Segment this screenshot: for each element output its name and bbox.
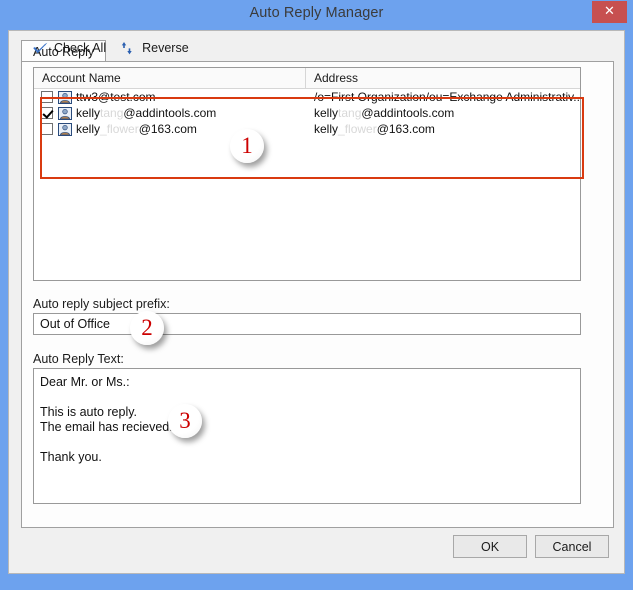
table-row[interactable]: kelly_flower@163.com kelly_flower@163.co… xyxy=(34,121,580,137)
cancel-button[interactable]: Cancel xyxy=(535,535,609,558)
screenshot-root: Auto Reply Manager ✕ Auto Reply Check Al… xyxy=(0,0,633,590)
account-name-cell: kellytang@addintools.com xyxy=(34,106,306,120)
row-checkbox[interactable] xyxy=(41,91,53,103)
table-row[interactable]: kellytang@addintools.com kellytang@addin… xyxy=(34,105,580,121)
check-all-button[interactable]: Check All xyxy=(32,41,106,56)
redacted-text: _flower xyxy=(338,122,377,136)
account-list-header: Account Name Address xyxy=(34,68,580,89)
address-cell: /o=First Organization/ou=Exchange Admini… xyxy=(314,90,580,104)
column-header-account-name[interactable]: Account Name xyxy=(34,68,306,88)
column-header-address[interactable]: Address xyxy=(306,68,580,88)
account-name-text: ttw3@test.com xyxy=(76,90,156,104)
reverse-label: Reverse xyxy=(142,41,189,55)
row-checkbox[interactable] xyxy=(41,107,53,119)
title-bar: Auto Reply Manager ✕ xyxy=(0,0,633,30)
account-name-text: kelly_flower@163.com xyxy=(76,122,197,136)
address-cell: kelly_flower@163.com xyxy=(314,122,435,136)
account-name-cell: ttw3@test.com xyxy=(34,90,306,104)
subject-prefix-input[interactable] xyxy=(33,313,581,335)
redacted-text: _flower xyxy=(100,122,139,136)
redacted-text: tang xyxy=(338,106,362,120)
account-name-text: kellytang@addintools.com xyxy=(76,106,217,120)
ok-button[interactable]: OK xyxy=(453,535,527,558)
reply-body-textarea[interactable]: Dear Mr. or Ms.: This is auto reply. The… xyxy=(33,368,581,504)
reply-body-label: Auto Reply Text: xyxy=(33,352,124,366)
contact-icon xyxy=(53,90,72,104)
sort-updown-icon xyxy=(120,41,137,56)
table-row[interactable]: ttw3@test.com /o=First Organization/ou=E… xyxy=(34,89,580,105)
window-frame: Auto Reply Manager ✕ Auto Reply Check Al… xyxy=(0,0,633,590)
contact-icon xyxy=(53,106,72,120)
reverse-button[interactable]: Reverse xyxy=(120,41,189,56)
address-cell: kellytang@addintools.com xyxy=(314,106,455,120)
account-list[interactable]: Account Name Address ttw3@test.com /o=Fi… xyxy=(33,67,581,281)
close-icon[interactable]: ✕ xyxy=(592,1,627,23)
window-title: Auto Reply Manager xyxy=(249,5,384,21)
check-all-label: Check All xyxy=(54,41,107,55)
check-icon xyxy=(32,41,49,56)
subject-prefix-label: Auto reply subject prefix: xyxy=(33,297,170,311)
list-toolbar: Check All Reverse xyxy=(32,38,203,58)
row-checkbox[interactable] xyxy=(41,123,53,135)
redacted-text: tang xyxy=(100,106,124,120)
account-name-cell: kelly_flower@163.com xyxy=(34,122,306,136)
contact-icon xyxy=(53,122,72,136)
